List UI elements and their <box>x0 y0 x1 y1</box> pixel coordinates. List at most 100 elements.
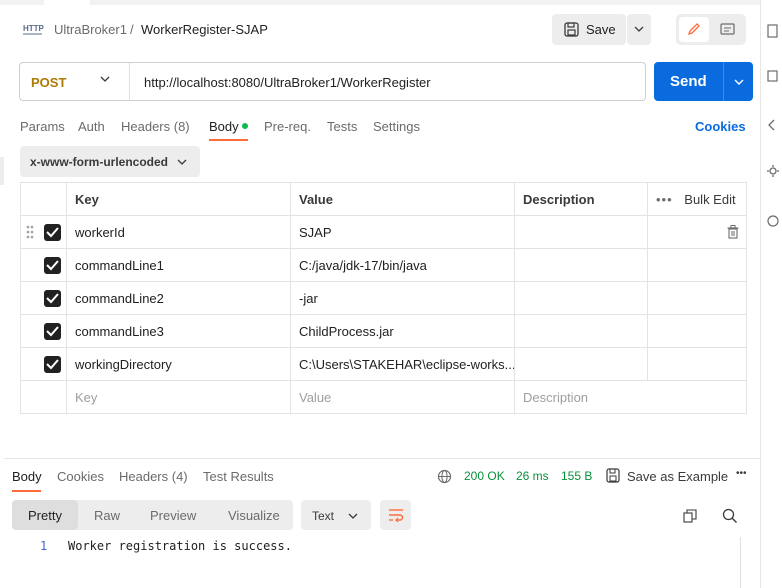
divider <box>129 63 130 100</box>
param-value[interactable]: SJAP <box>290 215 515 249</box>
url-input[interactable]: http://localhost:8080/UltraBroker1/Worke… <box>144 75 431 90</box>
row-actions-cell <box>647 248 747 282</box>
row-checkbox[interactable] <box>44 224 61 241</box>
comments-mode-button[interactable] <box>714 17 742 42</box>
tab-auth[interactable]: Auth <box>78 119 105 134</box>
body-type-select[interactable]: x-www-form-urlencoded <box>20 146 200 177</box>
table-row: workingDirectory C:\Users\STAKEHAR\eclip… <box>20 347 747 381</box>
page-title[interactable]: WorkerRegister-SJAP <box>141 22 268 37</box>
save-as-example-button[interactable]: Save as Example <box>627 469 728 484</box>
send-options-button[interactable] <box>723 62 753 101</box>
param-description[interactable] <box>514 248 648 282</box>
cookies-link[interactable]: Cookies <box>695 119 746 134</box>
row-select-cell <box>20 281 67 315</box>
status-code[interactable]: 200 OK <box>464 469 505 483</box>
format-label: Text <box>312 509 335 523</box>
response-tab-body[interactable]: Body <box>12 469 42 484</box>
trash-icon[interactable] <box>727 225 739 239</box>
tab-tests[interactable]: Tests <box>327 119 357 134</box>
chevron-down-icon <box>734 79 744 85</box>
tab-strip <box>0 0 760 5</box>
copy-icon[interactable] <box>683 509 697 523</box>
edit-mode-button[interactable] <box>679 17 709 42</box>
pane-divider[interactable] <box>4 458 760 459</box>
send-button[interactable]: Send <box>654 62 723 101</box>
response-body-text[interactable]: Worker registration is success. <box>68 539 292 553</box>
param-description[interactable] <box>514 215 648 249</box>
scrollbar[interactable] <box>740 537 755 588</box>
view-tab-raw[interactable]: Raw <box>94 508 120 523</box>
chevron-down-icon[interactable] <box>100 76 110 82</box>
active-tab-indicator <box>12 490 41 492</box>
table-row: commandLine2 -jar <box>20 281 747 315</box>
param-description[interactable] <box>514 347 648 381</box>
body-type-label: x-www-form-urlencoded <box>30 155 169 169</box>
param-description[interactable] <box>514 314 648 348</box>
param-description[interactable] <box>514 281 648 315</box>
new-key-input[interactable]: Key <box>66 380 291 414</box>
header-select <box>20 182 67 216</box>
view-tab-preview[interactable]: Preview <box>150 508 196 523</box>
save-button[interactable]: Save <box>552 14 626 45</box>
response-time[interactable]: 26 ms <box>516 469 549 483</box>
response-size[interactable]: 155 B <box>561 469 592 483</box>
docs-icon[interactable] <box>767 24 779 38</box>
active-tab[interactable] <box>44 0 90 5</box>
code-icon[interactable] <box>767 118 779 132</box>
save-icon <box>606 468 620 483</box>
breadcrumb-parent[interactable]: UltraBroker1 <box>54 22 127 37</box>
chevron-down-icon <box>177 159 187 165</box>
row-checkbox[interactable] <box>44 356 61 373</box>
bulk-edit-button[interactable]: Bulk Edit <box>684 192 735 207</box>
active-tab-indicator <box>209 139 248 141</box>
param-key[interactable]: workerId <box>66 215 291 249</box>
save-icon <box>564 22 579 37</box>
param-value[interactable]: C:/java/jdk-17/bin/java <box>290 248 515 282</box>
param-key[interactable]: workingDirectory <box>66 347 291 381</box>
new-description-input[interactable]: Description <box>514 380 747 414</box>
info-icon[interactable] <box>767 214 779 228</box>
response-tab-headers[interactable]: Headers (4) <box>119 469 188 484</box>
search-icon[interactable] <box>722 508 738 524</box>
tab-body[interactable]: Body <box>209 119 239 134</box>
tab-headers[interactable]: Headers (8) <box>121 119 190 134</box>
table-header: Key Value Description ••• Bulk Edit <box>20 182 747 216</box>
table-row: commandLine1 C:/java/jdk-17/bin/java <box>20 248 747 282</box>
new-value-input[interactable]: Value <box>290 380 515 414</box>
line-number: 1 <box>40 539 48 553</box>
format-select[interactable]: Text <box>301 500 371 530</box>
row-actions-cell <box>647 347 747 381</box>
wrap-lines-button[interactable] <box>380 500 411 530</box>
wrap-icon <box>388 508 404 522</box>
method-select[interactable]: POST <box>31 75 66 90</box>
pencil-icon <box>687 22 701 36</box>
globe-icon[interactable] <box>437 469 452 484</box>
param-key[interactable]: commandLine3 <box>66 314 291 348</box>
response-tab-cookies[interactable]: Cookies <box>57 469 104 484</box>
param-key[interactable]: commandLine2 <box>66 281 291 315</box>
more-options-icon[interactable]: ••• <box>736 468 747 479</box>
http-icon: HTTP <box>22 21 44 37</box>
drag-handle-icon[interactable] <box>26 225 34 242</box>
param-value[interactable]: C:\Users\STAKEHAR\eclipse-works... <box>290 347 515 381</box>
save-label: Save <box>586 22 616 37</box>
gear-icon[interactable] <box>767 164 779 178</box>
response-tab-test-results[interactable]: Test Results <box>203 469 274 484</box>
row-actions-cell <box>647 314 747 348</box>
bulk-edit-cell: ••• Bulk Edit <box>647 182 747 216</box>
tab-prerequest[interactable]: Pre-req. <box>264 119 311 134</box>
comment-icon[interactable] <box>767 70 779 84</box>
more-options-icon[interactable]: ••• <box>656 192 673 207</box>
view-tab-visualize[interactable]: Visualize <box>228 508 280 523</box>
param-key[interactable]: commandLine1 <box>66 248 291 282</box>
tab-settings[interactable]: Settings <box>373 119 420 134</box>
tab-params[interactable]: Params <box>20 119 65 134</box>
param-value[interactable]: ChildProcess.jar <box>290 314 515 348</box>
row-checkbox[interactable] <box>44 290 61 307</box>
view-tab-pretty[interactable]: Pretty <box>28 508 62 523</box>
row-checkbox[interactable] <box>44 323 61 340</box>
sidebar-edge <box>0 157 4 185</box>
row-checkbox[interactable] <box>44 257 61 274</box>
param-value[interactable]: -jar <box>290 281 515 315</box>
save-options-button[interactable] <box>627 14 651 45</box>
